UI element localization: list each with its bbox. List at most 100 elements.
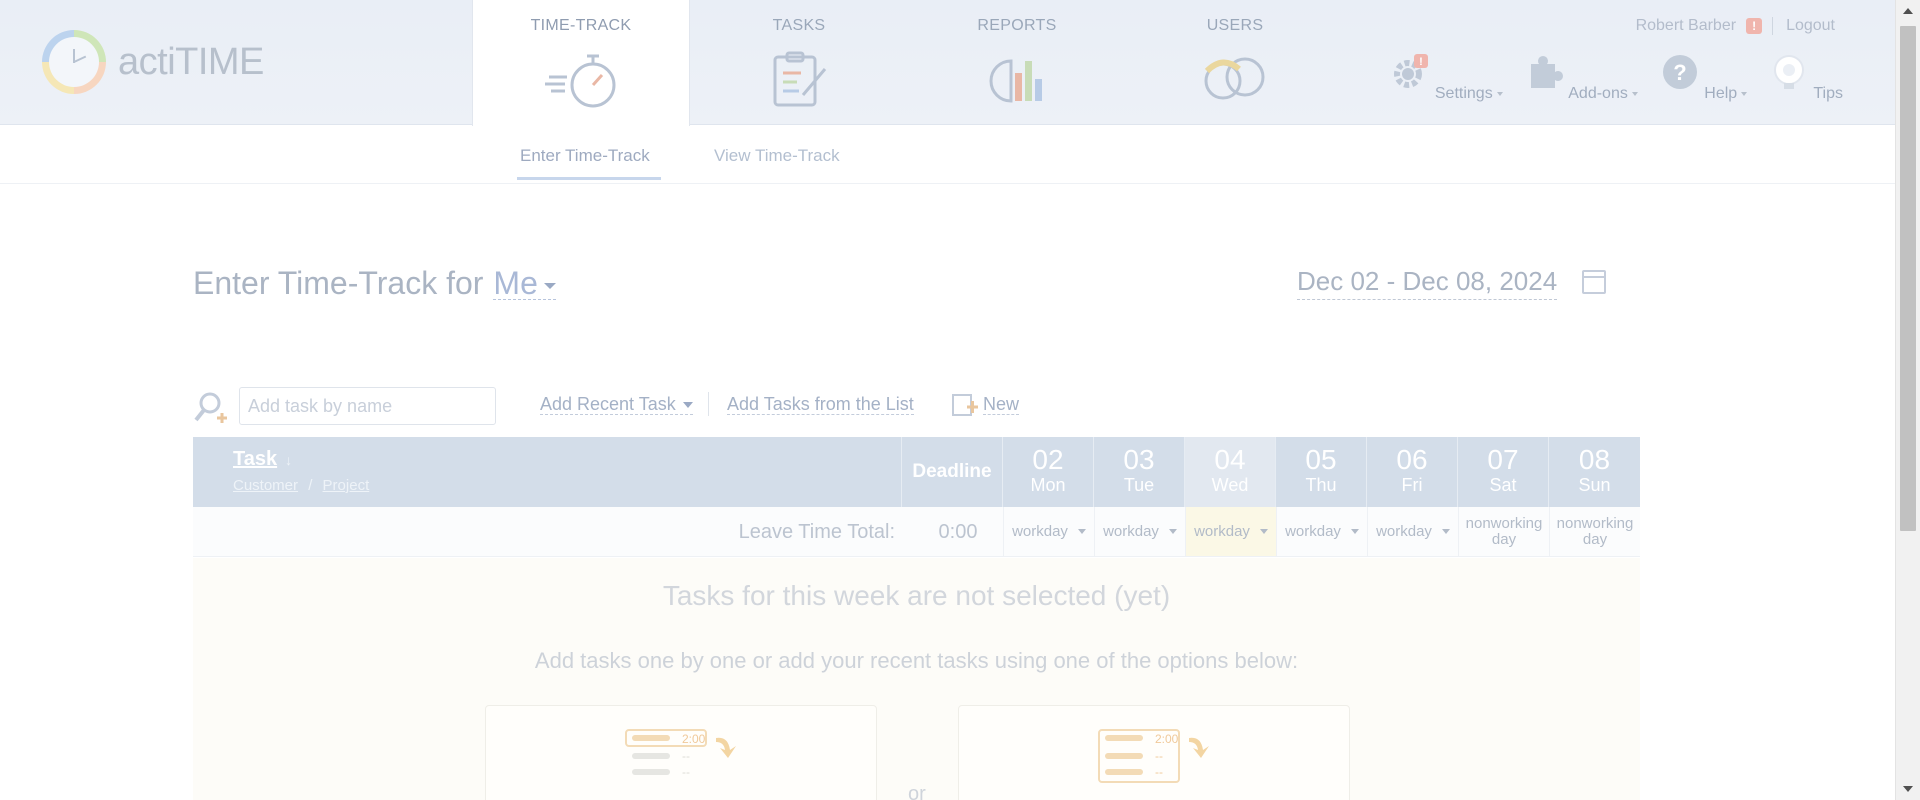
settings-badge: ! (1420, 56, 1424, 68)
add-recent-task-button[interactable]: Add Recent Task (540, 394, 693, 415)
chevron-down-icon (1350, 529, 1359, 534)
day-type-sun: nonworking day (1549, 507, 1640, 556)
tab-users-label: USERS (1206, 17, 1264, 34)
page-title-prefix: Enter Time-Track for (193, 265, 484, 301)
scroll-down-arrow-icon[interactable] (1903, 786, 1913, 792)
day-name: Mon (1030, 475, 1066, 495)
day-header-fri: 06 Fri (1367, 437, 1458, 507)
leave-time-row: Leave Time Total: 0:00 workday workday w… (193, 507, 1640, 557)
empty-state: Tasks for this week are not selected (ye… (193, 558, 1640, 800)
top-header: actiTIME TIME-TRACK TASKS REPORTS USERS … (0, 0, 1895, 126)
page-title: Enter Time-Track for Me (193, 265, 556, 302)
day-type-label: workday (1285, 522, 1341, 540)
settings-menu[interactable]: ! Settings (1390, 52, 1503, 103)
tips-button[interactable]: Tips (1769, 52, 1843, 103)
main-nav: TIME-TRACK TASKS REPORTS USERS (472, 0, 1344, 126)
day-type-selector-wed[interactable]: workday (1185, 507, 1276, 556)
lightbulb-icon (1774, 55, 1805, 89)
day-type-sat: nonworking day (1458, 507, 1549, 556)
sample-dash: -- (682, 749, 690, 763)
sample-value: 2:00 (682, 732, 706, 746)
leave-time-label: Leave Time Total: (738, 521, 895, 543)
day-header-tue: 03 Tue (1094, 437, 1185, 507)
clipboard-icon (773, 51, 827, 107)
add-task-search-input[interactable] (239, 387, 496, 425)
day-type-selector-mon[interactable]: workday (1003, 507, 1094, 556)
users-icon (1204, 57, 1265, 100)
sample-dash: -- (682, 765, 690, 779)
day-name: Thu (1305, 475, 1337, 495)
tab-view-time-track[interactable]: View Time-Track (714, 146, 840, 166)
sub-nav: Enter Time-Track View Time-Track (0, 126, 1895, 184)
scroll-thumb[interactable] (1900, 26, 1916, 531)
addons-menu[interactable]: Add-ons (1525, 52, 1638, 103)
chevron-down-icon (1168, 529, 1177, 534)
sample-dash: -- (1155, 749, 1163, 763)
day-name: Tue (1123, 475, 1155, 495)
tab-tasks-label: TASKS (772, 17, 826, 34)
divider (708, 392, 709, 416)
day-header-wed: 04 Wed (1185, 437, 1276, 507)
timetrack-grid-header: Task ↓ Customer / Project Deadline 02 Mon … (193, 437, 1640, 507)
logout-link[interactable]: Logout (1786, 17, 1835, 35)
chevron-down-icon (1741, 91, 1748, 96)
tab-tasks[interactable]: TASKS (690, 0, 908, 125)
chevron-down-icon (1496, 91, 1503, 96)
day-name: Fri (1401, 475, 1423, 495)
sample-dash: -- (1155, 765, 1163, 779)
help-menu[interactable]: ? Help (1660, 52, 1748, 103)
stopwatch-icon (545, 54, 616, 108)
chart-icon (989, 59, 1042, 103)
day-name: Wed (1211, 475, 1249, 495)
day-type-label: workday (1376, 522, 1432, 540)
date-range-selector[interactable]: Dec 02 - Dec 08, 2024 (1297, 266, 1558, 300)
day-number: 07 (1487, 444, 1519, 475)
day-type-selector-fri[interactable]: workday (1367, 507, 1458, 556)
tools-bar: ! Settings Add-ons ? Help Tips (1368, 52, 1843, 103)
clock-logo-icon (42, 30, 106, 94)
tips-label: Tips (1813, 85, 1843, 102)
chevron-down-icon (1441, 529, 1450, 534)
tab-reports[interactable]: REPORTS (908, 0, 1126, 125)
user-bar: Robert Barber ! Logout (1636, 17, 1835, 35)
or-separator: or (908, 783, 926, 800)
day-number: 03 (1123, 444, 1155, 475)
user-name[interactable]: Robert Barber (1636, 17, 1737, 35)
tab-reports-label: REPORTS (977, 17, 1057, 34)
svg-text:?: ? (1673, 60, 1686, 85)
add-one-by-one-option[interactable]: 2:00 -- -- (485, 705, 877, 800)
help-label: Help (1704, 85, 1738, 102)
tab-time-track[interactable]: TIME-TRACK (472, 0, 690, 126)
day-type-line1: nonworking (1465, 514, 1543, 532)
day-type-selector-tue[interactable]: workday (1094, 507, 1185, 556)
chevron-down-icon (1631, 91, 1638, 96)
addons-label: Add-ons (1568, 85, 1628, 102)
task-sort-link[interactable]: Task (233, 448, 277, 471)
deadline-column-header: Deadline (902, 437, 1003, 507)
chevron-down-icon (543, 282, 556, 289)
day-type-selector-thu[interactable]: workday (1276, 507, 1367, 556)
project-sort-link[interactable]: Project (323, 477, 370, 494)
calendar-icon[interactable] (1582, 270, 1606, 294)
leave-time-total: 0:00 (938, 521, 978, 543)
scroll-up-arrow-icon[interactable] (1903, 8, 1913, 14)
day-number: 08 (1578, 444, 1611, 475)
user-selector[interactable]: Me (493, 267, 556, 300)
tab-time-track-label: TIME-TRACK (530, 17, 632, 34)
day-type-label: workday (1194, 522, 1250, 540)
recent-tasks-illustration-icon: 2:00 -- -- (1098, 729, 1209, 783)
customer-sort-link[interactable]: Customer (233, 477, 298, 494)
divider (1772, 17, 1774, 35)
add-recent-tasks-option[interactable]: 2:00 -- -- (958, 705, 1350, 800)
alert-icon[interactable]: ! (1746, 18, 1763, 34)
add-tasks-from-list-link[interactable]: Add Tasks from the List (727, 394, 914, 415)
sort-down-icon[interactable]: ↓ (285, 452, 292, 468)
day-type-line2: day (1582, 530, 1608, 548)
new-task-link[interactable]: New (983, 394, 1020, 415)
tab-enter-time-track[interactable]: Enter Time-Track (520, 146, 650, 166)
vertical-scrollbar[interactable] (1895, 0, 1920, 800)
new-task-icon[interactable] (952, 393, 978, 417)
app-logo[interactable]: actiTIME (42, 30, 264, 94)
tab-users[interactable]: USERS (1126, 0, 1344, 125)
chevron-down-icon (1259, 529, 1268, 534)
